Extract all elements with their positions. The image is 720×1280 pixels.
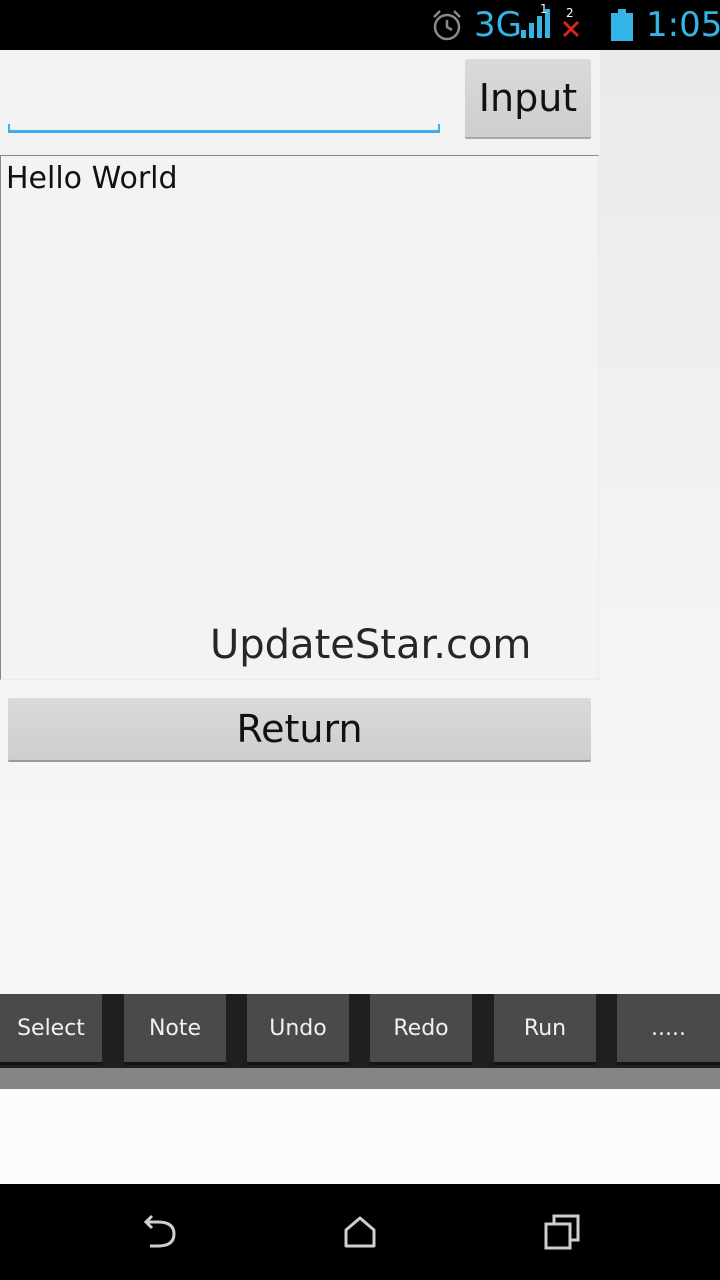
no-signal-x-icon <box>562 20 580 38</box>
input-button[interactable]: Input <box>465 59 591 137</box>
network-type-label: 3G <box>474 5 522 45</box>
recents-icon[interactable] <box>542 1212 582 1252</box>
note-button[interactable]: Note <box>124 994 226 1062</box>
home-icon[interactable] <box>340 1212 380 1252</box>
blank-area <box>0 1089 720 1184</box>
alarm-icon <box>433 10 461 41</box>
signal-icon <box>521 9 550 38</box>
input-underline <box>8 124 440 133</box>
bottom-toolbar: Select Note Undo Redo Run ..... <box>0 994 720 1068</box>
select-button[interactable]: Select <box>0 994 102 1062</box>
redo-button[interactable]: Redo <box>370 994 472 1062</box>
return-button[interactable]: Return <box>8 698 591 760</box>
back-icon[interactable] <box>140 1212 180 1252</box>
navigation-bar <box>0 1184 720 1280</box>
output-text: Hello World <box>6 161 178 196</box>
status-bar: 3G 1 2 1:05 <box>0 0 720 50</box>
toolbar-strip <box>0 1068 720 1089</box>
more-button[interactable]: ..... <box>617 994 720 1062</box>
battery-icon <box>611 9 633 41</box>
run-button[interactable]: Run <box>494 994 596 1062</box>
output-area[interactable]: Hello World <box>0 155 599 680</box>
sim1-label: 1 <box>540 2 548 16</box>
watermark: UpdateStar.com <box>210 622 532 668</box>
screen: 3G 1 2 1:05 Input Hello World UpdateStar… <box>0 0 720 1280</box>
clock: 1:05 <box>646 5 720 45</box>
undo-button[interactable]: Undo <box>247 994 349 1062</box>
